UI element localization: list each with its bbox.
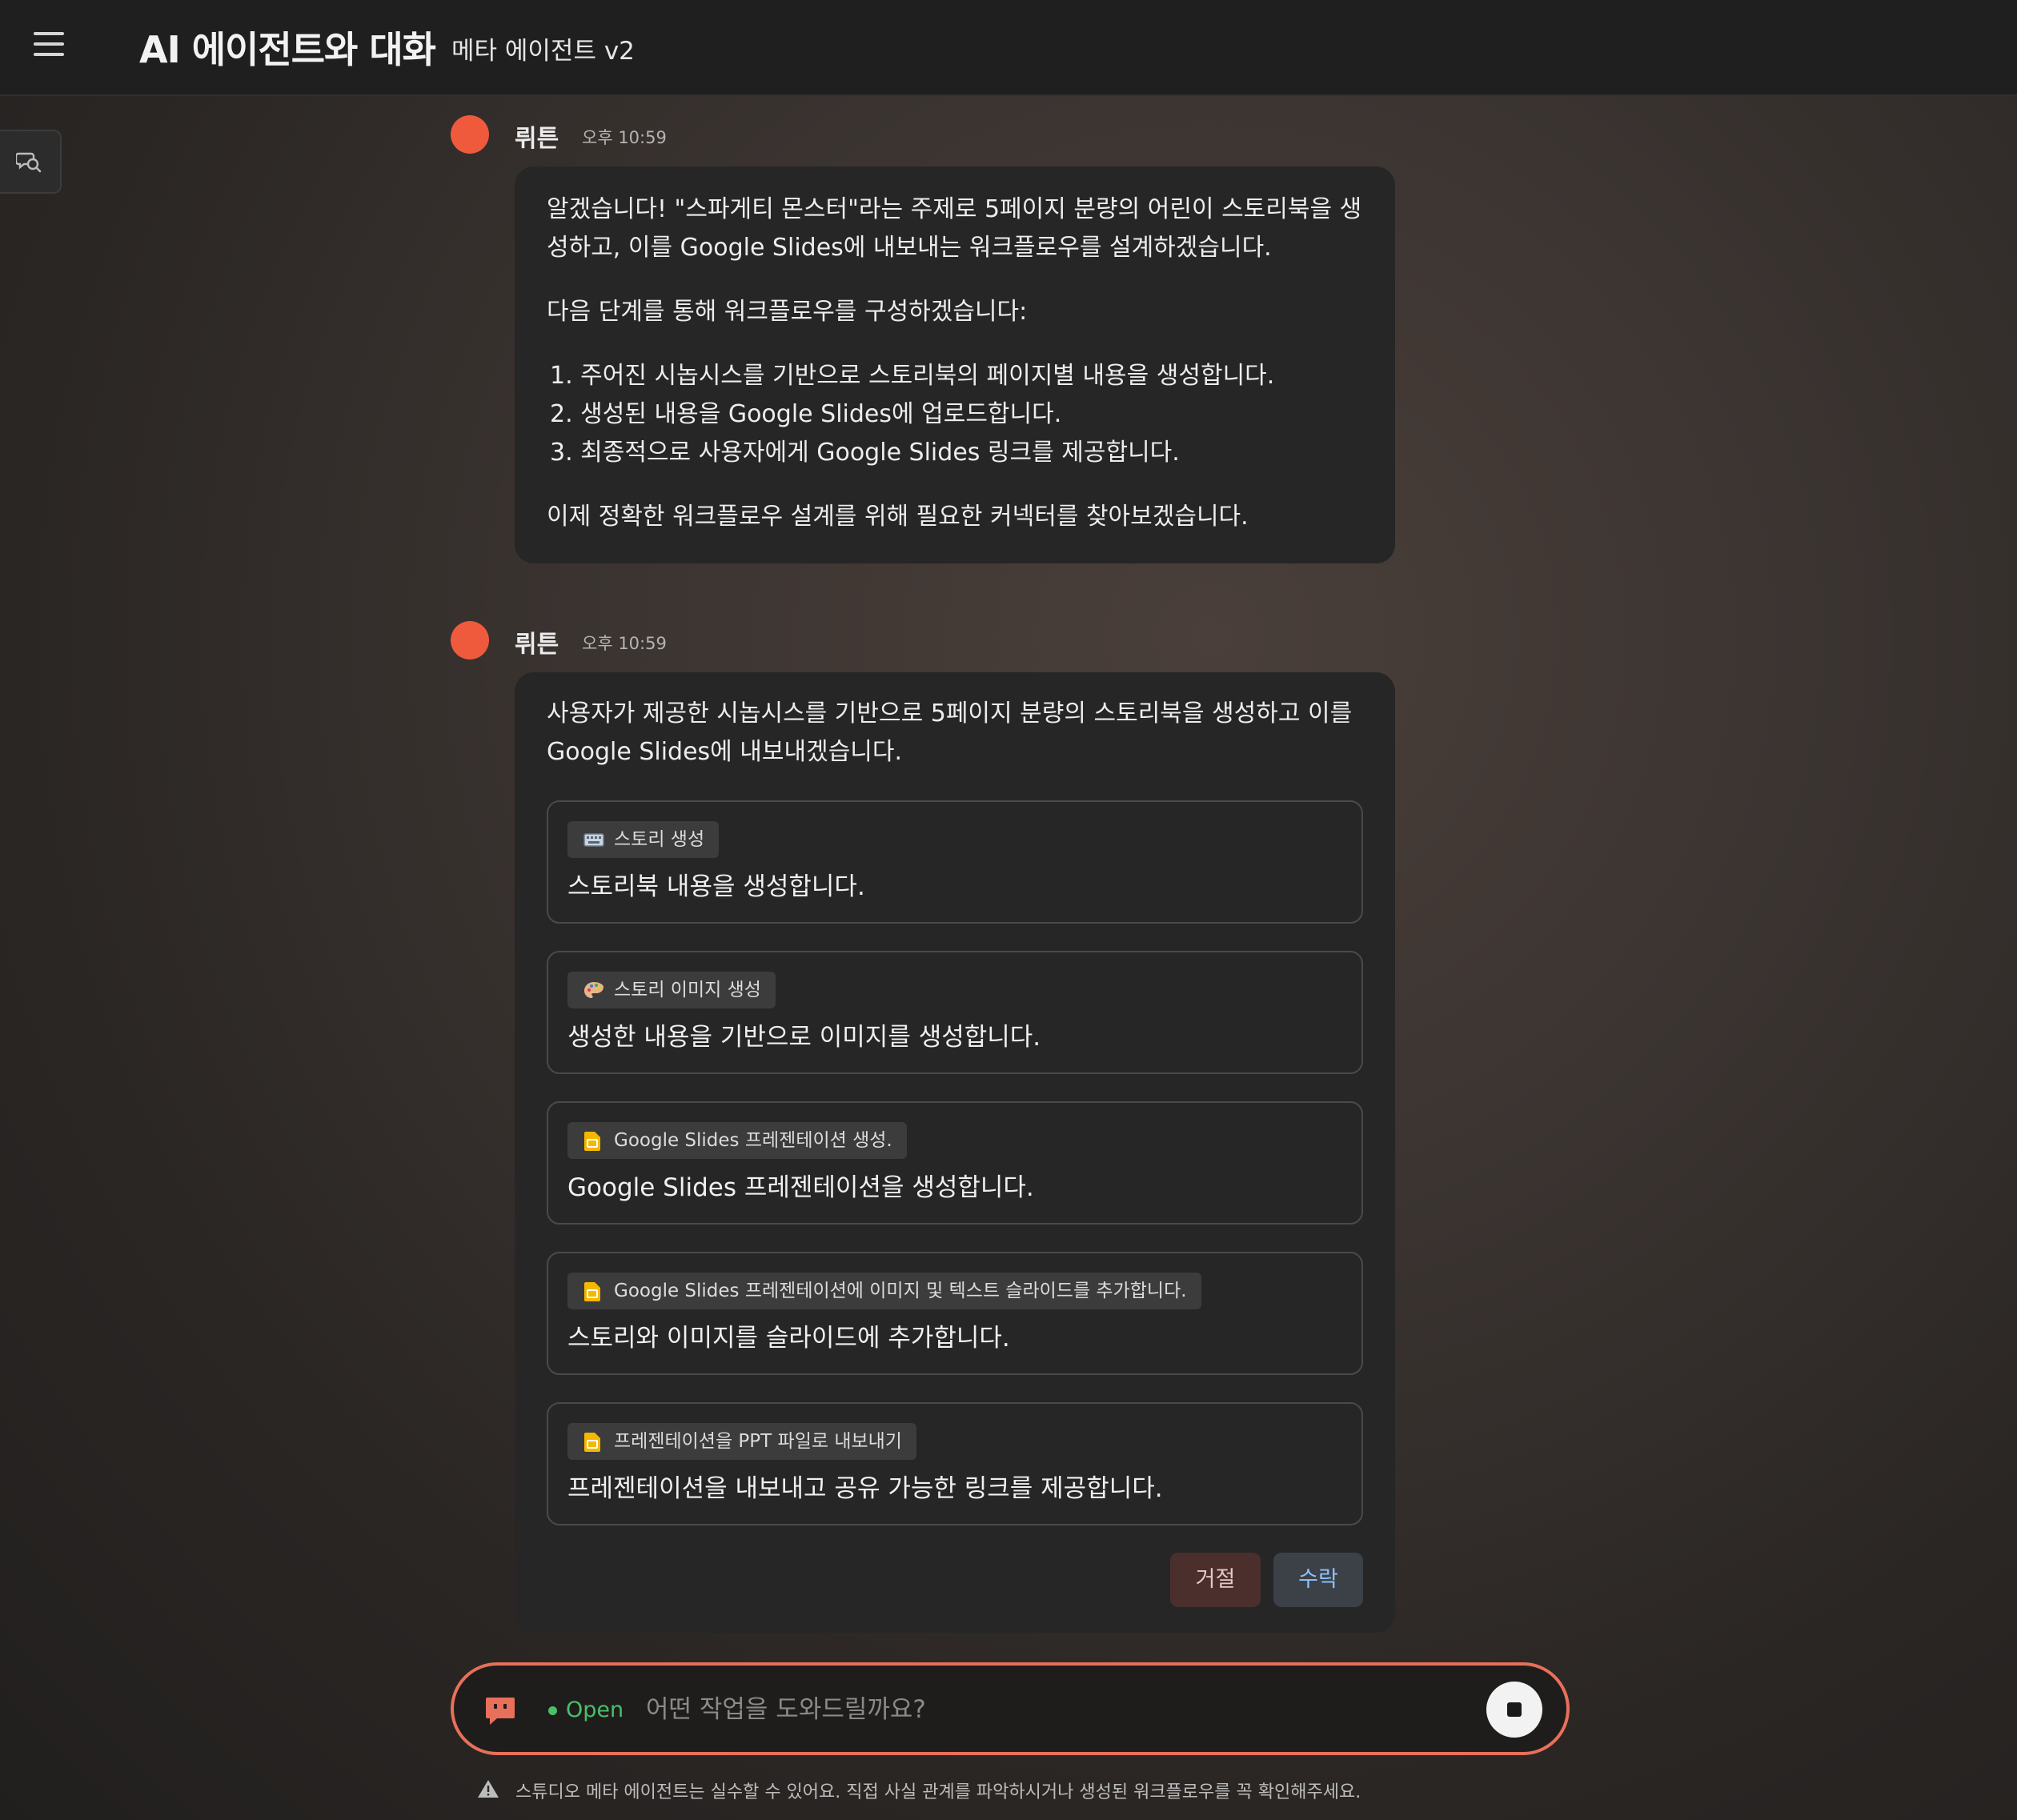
stop-button[interactable] — [1486, 1682, 1542, 1738]
workflow-step: 스토리 이미지 생성 생성한 내용을 기반으로 이미지를 생성합니다. — [547, 951, 1363, 1074]
list-item: 3. 최종적으로 사용자에게 Google Slides 링크를 제공합니다. — [550, 439, 1180, 467]
message-paragraph: 사용자가 제공한 시놉시스를 기반으로 5페이지 분량의 스토리북을 생성하고 … — [547, 700, 1353, 766]
accept-button[interactable]: 수락 — [1273, 1553, 1363, 1607]
palette-icon — [584, 982, 603, 998]
message-header: 뤼튼 오후 10:59 — [451, 115, 771, 155]
tool-chip: 프레젠테이션을 PPT 파일로 내보내기 — [567, 1423, 916, 1460]
prompt-input[interactable] — [646, 1691, 1446, 1728]
tool-name: 프레젠테이션을 PPT 파일로 내보내기 — [614, 1431, 902, 1452]
hamburger-icon[interactable] — [34, 32, 64, 56]
status-dot — [548, 1706, 557, 1715]
chat-bubble-icon[interactable] — [484, 1696, 516, 1726]
tool-name: 스토리 이미지 생성 — [614, 980, 761, 1000]
step-description: 스토리와 이미지를 슬라이드에 추가합니다. — [567, 1324, 1010, 1353]
keyboard-icon — [583, 833, 604, 847]
workflow-step: 스토리 생성 스토리북 내용을 생성합니다. — [547, 800, 1363, 924]
workflow-step: 프레젠테이션을 PPT 파일로 내보내기 프레젠테이션을 내보내고 공유 가능한… — [547, 1402, 1363, 1525]
message-paragraph: 이제 정확한 워크플로우 설계를 위해 필요한 커넥터를 찾아보겠습니다. — [547, 503, 1249, 531]
message-paragraph: 다음 단계를 통해 워크플로우를 구성하겠습니다: — [547, 298, 1028, 326]
google-slides-icon — [584, 1282, 600, 1301]
agent-version: 메타 에이전트 v2 — [451, 37, 635, 66]
google-slides-icon — [584, 1132, 600, 1151]
tool-name: Google Slides 프레젠테이션 생성. — [614, 1130, 892, 1151]
message-time: 오후 10:59 — [582, 634, 667, 653]
sender-name: 뤼튼 — [515, 631, 559, 659]
status-label: Open — [566, 1698, 624, 1722]
warning-icon — [478, 1780, 499, 1798]
sender-name: 뤼튼 — [515, 125, 559, 153]
workflow-proposal-bubble: 사용자가 제공한 시놉시스를 기반으로 5페이지 분량의 스토리북을 생성하고 … — [515, 672, 1395, 1633]
workflow-step: Google Slides 프레젠테이션 생성. Google Slides 프… — [547, 1101, 1363, 1225]
tool-chip: Google Slides 프레젠테이션에 이미지 및 텍스트 슬라이드를 추가… — [567, 1273, 1201, 1309]
tool-chip: Google Slides 프레젠테이션 생성. — [567, 1122, 907, 1159]
reject-button[interactable]: 거절 — [1170, 1553, 1261, 1607]
chat-search-icon — [16, 152, 42, 173]
tool-name: Google Slides 프레젠테이션에 이미지 및 텍스트 슬라이드를 추가… — [614, 1281, 1187, 1301]
step-description: 생성한 내용을 기반으로 이미지를 생성합니다. — [567, 1023, 1041, 1052]
list-item: 2. 생성된 내용을 Google Slides에 업로드합니다. — [550, 400, 1062, 428]
step-description: Google Slides 프레젠테이션을 생성합니다. — [567, 1173, 1034, 1202]
tool-chip: 스토리 생성 — [567, 821, 720, 858]
step-description: 스토리북 내용을 생성합니다. — [567, 872, 865, 901]
message-paragraph: 알겠습니다! "스파게티 몬스터"라는 주제로 5페이지 분량의 어린이 스토리… — [547, 195, 1362, 262]
avatar — [451, 621, 489, 659]
message-header: 뤼튼 오후 10:59 — [451, 621, 771, 661]
message-time: 오후 10:59 — [582, 128, 667, 147]
stop-icon — [1507, 1702, 1522, 1717]
workflow-step: Google Slides 프레젠테이션에 이미지 및 텍스트 슬라이드를 추가… — [547, 1252, 1363, 1375]
sidebar-toggle-button[interactable] — [0, 130, 62, 194]
step-description: 프레젠테이션을 내보내고 공유 가능한 링크를 제공합니다. — [567, 1474, 1163, 1503]
disclaimer-text: 스튜디오 메타 에이전트는 실수할 수 있어요. 직접 사실 관계를 파악하시거… — [515, 1782, 1361, 1802]
message-bubble: 알겠습니다! "스파게티 몬스터"라는 주제로 5페이지 분량의 어린이 스토리… — [515, 166, 1395, 563]
top-bar: AI 에이전트와 대화 메타 에이전트 v2 — [0, 0, 2017, 96]
tool-chip: 스토리 이미지 생성 — [567, 972, 776, 1008]
list-item: 1. 주어진 시놉시스를 기반으로 스토리북의 페이지별 내용을 생성합니다. — [550, 362, 1275, 390]
google-slides-icon — [584, 1433, 600, 1452]
avatar — [451, 115, 489, 154]
tool-name: 스토리 생성 — [614, 829, 705, 850]
page-title: AI 에이전트와 대화 — [139, 28, 436, 71]
message-composer: Open — [451, 1662, 1570, 1755]
